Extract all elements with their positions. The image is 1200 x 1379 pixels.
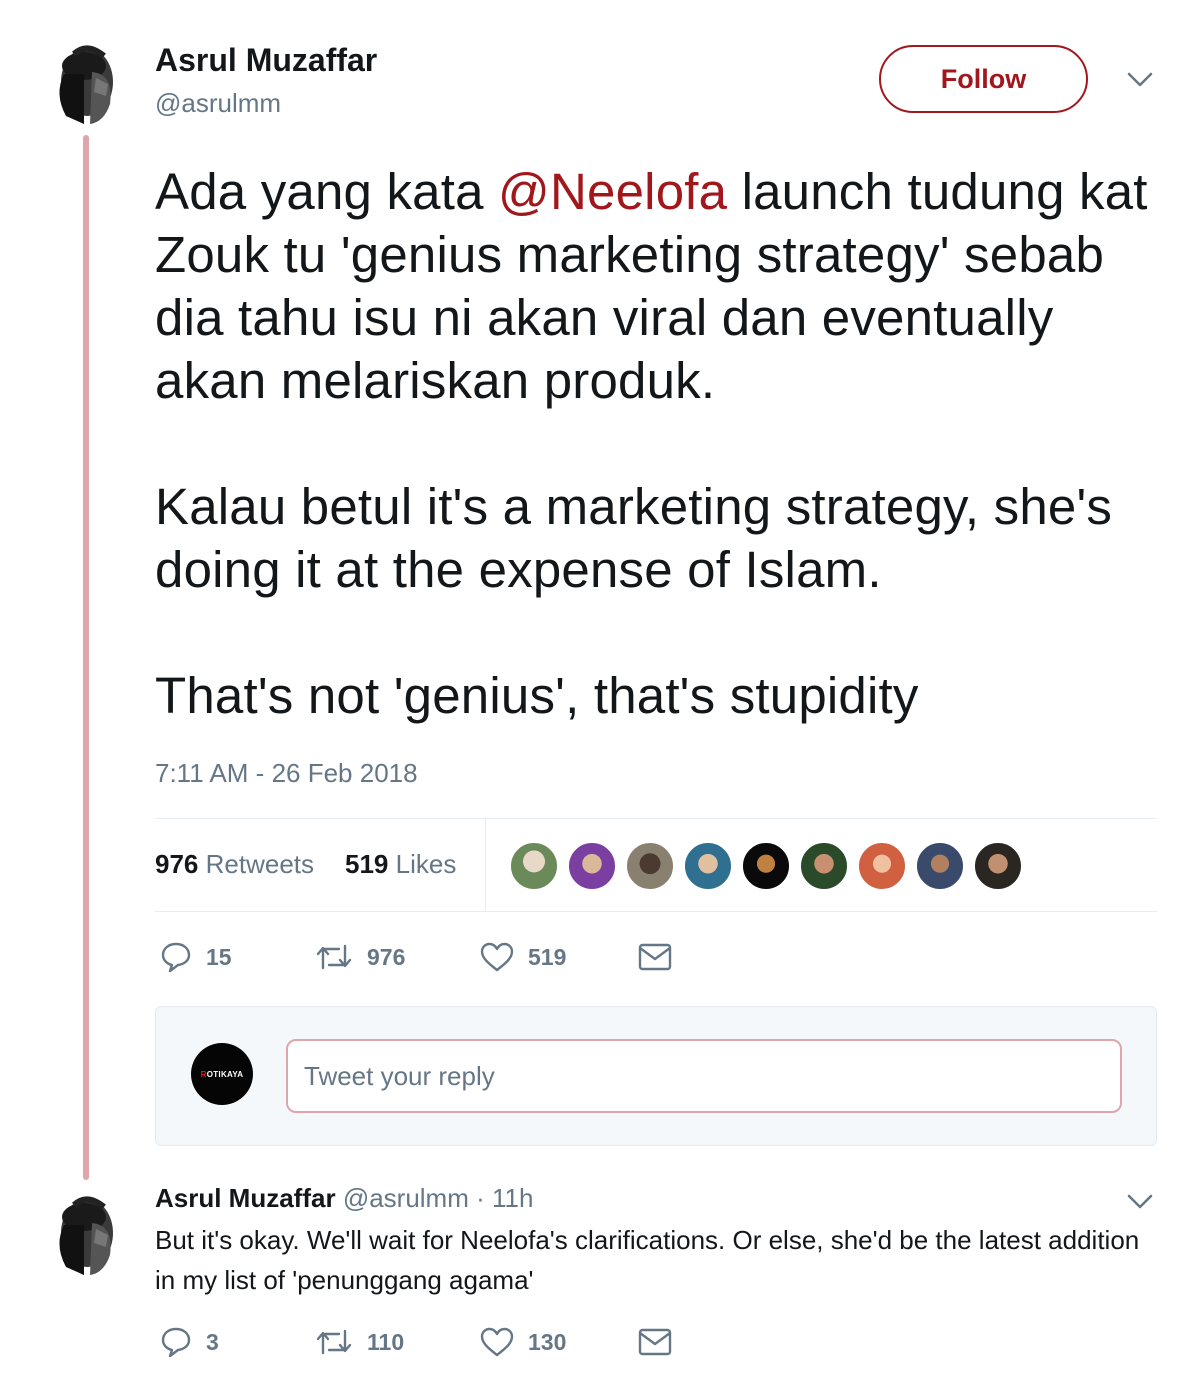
heart-icon xyxy=(480,1327,514,1357)
tweet-paragraph-3: That's not 'genius', that's stupidity xyxy=(155,667,919,724)
thread-line xyxy=(83,135,89,1180)
retweet-action[interactable]: 110 xyxy=(315,1325,404,1359)
heart-icon xyxy=(480,942,514,972)
tweet-text-segment: Ada yang kata xyxy=(155,163,499,220)
stats-divider xyxy=(485,819,486,911)
like-action[interactable]: 519 xyxy=(480,940,566,974)
retweets-stat[interactable]: 976 Retweets xyxy=(155,849,314,880)
retweet-icon xyxy=(316,944,352,970)
reply-time[interactable]: · 11h xyxy=(469,1183,533,1213)
reply-author-handle[interactable]: @asrulmm xyxy=(343,1183,469,1213)
reply-input[interactable] xyxy=(286,1039,1122,1113)
retweet-count: 976 xyxy=(367,943,406,970)
reply-count: 3 xyxy=(206,1328,219,1355)
liker-avatar[interactable] xyxy=(973,841,1023,891)
liker-avatar[interactable] xyxy=(625,841,675,891)
like-count: 130 xyxy=(528,1328,567,1355)
author-name[interactable]: Asrul Muzaffar xyxy=(155,42,377,79)
follow-button[interactable]: Follow xyxy=(879,45,1088,113)
reply-count: 15 xyxy=(206,943,232,970)
likes-stat[interactable]: 519 Likes xyxy=(345,849,456,880)
tweet-stats: 976 Retweets 519 Likes xyxy=(155,818,1157,912)
liker-avatar[interactable] xyxy=(509,841,559,891)
retweet-count: 110 xyxy=(367,1328,405,1355)
mail-icon xyxy=(638,943,672,971)
direct-message-action[interactable] xyxy=(638,940,672,974)
avatar-logo-text: ROTIKAYA xyxy=(200,1069,244,1079)
retweet-icon xyxy=(316,1329,352,1355)
reply-icon xyxy=(161,942,191,973)
likes-label: Likes xyxy=(395,849,457,879)
like-count: 519 xyxy=(528,943,567,970)
mention-link[interactable]: @Neelofa xyxy=(498,163,727,220)
reply-header: Asrul Muzaffar @asrulmm · 11h xyxy=(155,1183,533,1214)
liker-avatar[interactable] xyxy=(799,841,849,891)
retweets-label: Retweets xyxy=(205,849,315,879)
liker-avatar[interactable] xyxy=(915,841,965,891)
chevron-down-icon[interactable] xyxy=(1126,1192,1154,1212)
liker-avatar[interactable] xyxy=(567,841,617,891)
author-handle[interactable]: @asrulmm xyxy=(155,88,281,119)
mail-icon xyxy=(638,1328,672,1356)
tweet-text: Ada yang kata @Neelofa launch tudung kat… xyxy=(155,160,1165,727)
reply-author-name[interactable]: Asrul Muzaffar xyxy=(155,1183,336,1213)
current-user-avatar[interactable]: ROTIKAYA xyxy=(191,1043,253,1105)
reply-text: But it's okay. We'll wait for Neelofa's … xyxy=(155,1225,1140,1295)
liker-avatar[interactable] xyxy=(683,841,733,891)
direct-message-action[interactable] xyxy=(638,1325,672,1359)
liker-avatar[interactable] xyxy=(741,841,791,891)
reply-action[interactable]: 15 xyxy=(160,940,232,974)
author-avatar[interactable] xyxy=(44,34,130,130)
reply-action[interactable]: 3 xyxy=(160,1325,219,1359)
retweets-count: 976 xyxy=(155,849,199,879)
tweet-paragraph-1: Ada yang kata @Neelofa launch tudung kat… xyxy=(155,160,1165,412)
likes-count: 519 xyxy=(345,849,389,879)
reply-author-avatar[interactable] xyxy=(44,1185,130,1281)
reply-icon xyxy=(161,1327,191,1358)
tweet-paragraph-2: Kalau betul it's a marketing strategy, s… xyxy=(155,478,1113,598)
tweet-timestamp[interactable]: 7:11 AM - 26 Feb 2018 xyxy=(155,758,418,789)
like-action[interactable]: 130 xyxy=(480,1325,566,1359)
liker-avatar[interactable] xyxy=(857,841,907,891)
reply-compose-box: ROTIKAYA xyxy=(155,1006,1157,1146)
chevron-down-icon[interactable] xyxy=(1126,70,1154,90)
retweet-action[interactable]: 976 xyxy=(315,940,405,974)
